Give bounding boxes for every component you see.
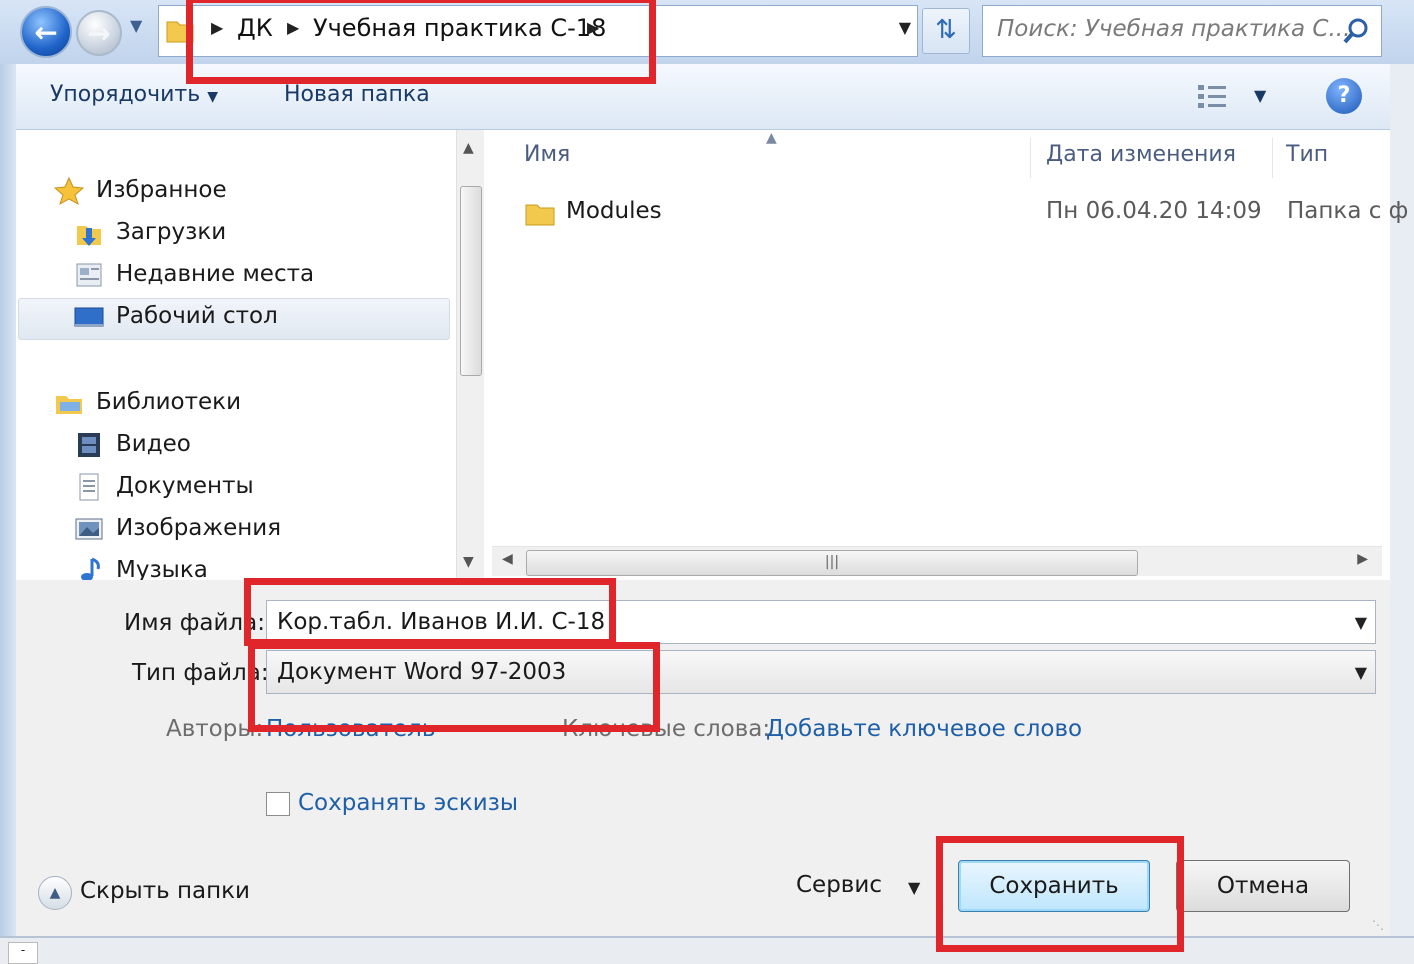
- chevron-down-icon[interactable]: ▼: [908, 878, 920, 897]
- view-options-icon: [1198, 85, 1226, 108]
- help-button[interactable]: ?: [1326, 78, 1362, 114]
- nav-item-label: Недавние места: [116, 261, 315, 287]
- organize-button[interactable]: Упорядочить ▼: [50, 82, 218, 107]
- folder-icon: [525, 204, 555, 226]
- forward-button[interactable]: →: [76, 10, 122, 56]
- keywords-input[interactable]: Добавьте ключевое слово: [766, 716, 1082, 742]
- pictures-icon: [75, 518, 103, 540]
- address-dropdown-icon[interactable]: ▼: [899, 18, 911, 37]
- scroll-left-icon[interactable]: ◀: [502, 551, 513, 567]
- downloads-icon: [77, 226, 101, 246]
- file-list: ▲ Имя Дата изменения Тип Modules Пн 06.0…: [484, 130, 1408, 580]
- file-name: Modules: [566, 198, 662, 224]
- nav-item-label: Изображения: [116, 515, 282, 541]
- nav-favorites-label: Избранное: [96, 177, 227, 203]
- sort-ascending-icon: ▲: [766, 130, 777, 146]
- help-icon: ?: [1337, 83, 1351, 108]
- column-header-type[interactable]: Тип: [1286, 142, 1328, 167]
- navigation-pane: Избранное Загрузки Недавние места Рабочи…: [16, 130, 456, 580]
- scrollbar-thumb[interactable]: [460, 186, 482, 376]
- scroll-up-icon[interactable]: ▲: [463, 140, 474, 156]
- service-button[interactable]: Сервис: [796, 872, 882, 898]
- nav-libraries-label: Библиотеки: [96, 389, 242, 415]
- refresh-button[interactable]: ⇅: [922, 8, 970, 54]
- chevron-down-icon[interactable]: ▼: [1355, 663, 1367, 682]
- file-date: Пн 06.04.20 14:09: [1046, 198, 1262, 224]
- nav-item-label: Загрузки: [116, 219, 227, 245]
- window-frame-left: [0, 64, 16, 964]
- nav-item-label: Музыка: [116, 557, 208, 580]
- new-folder-button[interactable]: Новая папка: [284, 82, 430, 107]
- horizontal-scrollbar[interactable]: ◀ ||| ▶: [492, 546, 1382, 576]
- music-icon: [81, 557, 100, 580]
- chevron-up-icon[interactable]: ▲: [38, 876, 72, 910]
- nav-item-label: Документы: [116, 473, 254, 499]
- column-header-name[interactable]: Имя: [524, 142, 570, 167]
- change-view-button[interactable]: ▼: [1196, 80, 1276, 114]
- nav-item-label: Рабочий стол: [116, 303, 278, 329]
- hide-folders-button[interactable]: Скрыть папки: [80, 878, 250, 904]
- back-arrow-icon: ←: [34, 16, 58, 49]
- search-icon[interactable]: [1341, 16, 1371, 46]
- save-thumbnails-label[interactable]: Сохранять эскизы: [298, 790, 518, 816]
- column-divider[interactable]: [1030, 138, 1031, 178]
- nav-item-label: Видео: [116, 431, 191, 457]
- scrollbar-thumb[interactable]: |||: [526, 550, 1138, 576]
- search-placeholder: Поиск: Учебная практика С...: [997, 16, 1351, 42]
- annotation-frame-filename: [244, 578, 616, 646]
- save-thumbnails-checkbox[interactable]: [266, 792, 290, 816]
- search-input[interactable]: Поиск: Учебная практика С...: [982, 5, 1382, 57]
- chevron-down-icon[interactable]: ▼: [1355, 613, 1367, 632]
- forward-arrow-icon: →: [87, 17, 111, 50]
- documents-icon: [79, 473, 99, 501]
- column-divider[interactable]: [1272, 138, 1273, 178]
- navigation-scrollbar[interactable]: ▲ ▼: [456, 130, 484, 580]
- organize-label: Упорядочить: [50, 82, 201, 107]
- annotation-frame-save: [936, 836, 1184, 952]
- scroll-down-icon[interactable]: ▼: [463, 554, 474, 570]
- file-type: Папка с ф: [1287, 198, 1409, 224]
- desktop-icon: [74, 307, 104, 327]
- cancel-button[interactable]: Отмена: [1176, 860, 1350, 912]
- file-row[interactable]: Modules Пн 06.04.20 14:09 Папка с ф: [520, 196, 1408, 232]
- chevron-down-icon[interactable]: ▼: [1254, 86, 1266, 105]
- annotation-frame-filetype: [248, 642, 660, 732]
- column-header-date-modified[interactable]: Дата изменения: [1046, 142, 1236, 167]
- refresh-icon: ⇅: [935, 15, 957, 45]
- background-window-strip: -: [0, 936, 1414, 964]
- star-icon: [54, 176, 84, 206]
- recent-locations-dropdown[interactable]: ▼: [130, 16, 154, 44]
- libraries-icon: [56, 396, 82, 414]
- recent-places-icon: [76, 263, 102, 287]
- scroll-right-icon[interactable]: ▶: [1357, 551, 1368, 567]
- resize-grip-icon[interactable]: ⋱: [1372, 918, 1384, 932]
- background-cell: -: [8, 942, 38, 964]
- video-icon: [78, 433, 100, 457]
- back-button[interactable]: ←: [20, 6, 72, 58]
- chevron-down-icon: ▼: [207, 89, 218, 105]
- annotation-frame-address: [186, 0, 656, 84]
